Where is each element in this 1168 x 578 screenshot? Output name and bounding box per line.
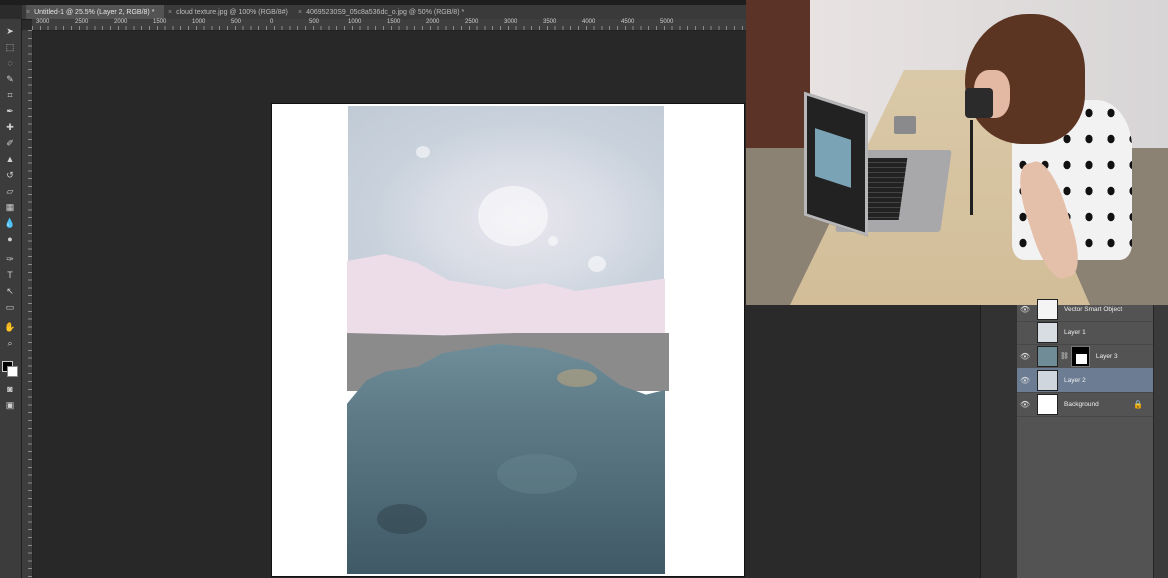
laptop-screen-image [815,128,851,188]
webcam-overlay [746,0,1168,305]
lock-icon: 🔒 [1133,399,1143,409]
document-tab-bar: × Untitled-1 @ 25.5% (Layer 2, RGB/8) * … [22,5,746,20]
layer-row-vector-smart-object[interactable]: 👁 Vector Smart Object [1017,297,1153,322]
eyedropper-icon[interactable]: ✒ [3,105,17,118]
layer-name: Background [1064,400,1099,408]
ruler-label: 3500 [543,19,557,25]
ruler-label: 1500 [387,19,401,25]
quick-mask-icon[interactable]: ◙ [3,383,17,396]
texture-spot [478,186,548,246]
ruler-label: 2000 [114,19,128,25]
zoom-icon[interactable]: ⌕ [3,337,17,350]
texture-spot [548,236,558,246]
panel-divider [980,305,1018,578]
tab-cloud-texture[interactable]: × cloud texture.jpg @ 100% (RGB/8#) [168,5,293,19]
eye-icon[interactable]: 👁 [1017,352,1033,361]
layer-row-background[interactable]: 👁 Background 🔒 [1017,392,1153,417]
quick-select-icon[interactable]: ✎ [3,73,17,86]
ruler-label: 1000 [192,19,206,25]
eye-icon[interactable]: 👁 [1017,400,1033,409]
eye-icon[interactable]: 👁 [1017,376,1033,385]
layer-name: Vector Smart Object [1064,305,1123,313]
vertical-ruler [22,30,33,578]
tab-label: Untitled-1 @ 25.5% (Layer 2, RGB/8) * [34,8,155,16]
eye-icon[interactable]: 👁 [1017,305,1033,314]
layer-row-layer-2[interactable]: 👁 Layer 2 [1017,368,1153,393]
layer-row-layer-1[interactable]: ▪ Layer 1 [1017,320,1153,345]
camera [965,88,993,118]
layer-mask-thumbnail[interactable] [1070,345,1090,367]
stamp-icon[interactable]: ▲ [3,153,17,166]
ruler-label: 500 [309,19,320,25]
tools-panel: ➤ ⬚ ◌ ✎ ⌗ ✒ ✚ ✐ ▲ ↺ ▱ ▦ 💧 ● ✑ T ↖ ▭ ✋ ⌕ … [0,19,22,578]
document-canvas[interactable] [271,103,745,577]
layer-thumbnail [1037,345,1058,367]
layers-scrollbar[interactable] [1153,305,1168,578]
ruler-ticks [32,26,746,30]
texture-spot [588,256,606,272]
ruler-label: 500 [231,19,242,25]
tab-label: cloud texture.jpg @ 100% (RGB/8#) [176,8,288,16]
eraser-icon[interactable]: ▱ [3,185,17,198]
close-icon[interactable]: × [26,9,30,16]
tab-untitled-1[interactable]: × Untitled-1 @ 25.5% (Layer 2, RGB/8) * [26,5,164,19]
path-select-icon[interactable]: ↖ [3,285,17,298]
door [746,0,810,150]
texture-spot [377,504,427,534]
crop-icon[interactable]: ⌗ [3,89,17,102]
hard-drive [894,116,916,134]
tripod [970,120,973,215]
close-icon[interactable]: × [168,9,172,16]
texture-spot [557,369,597,387]
ruler-label: 3000 [504,19,518,25]
layer-thumbnail [1037,321,1058,343]
ruler-label: 4000 [582,19,596,25]
screen-mode-icon[interactable]: ▣ [3,399,17,412]
pen-icon[interactable]: ✑ [3,253,17,266]
ruler-label: 1000 [348,19,362,25]
layer-name: Layer 1 [1064,328,1086,336]
close-icon[interactable]: × [298,9,302,16]
tab-photo-file[interactable]: × 40695230S9_05c8a536dc_o.jpg @ 50% (RGB… [298,5,468,19]
layers-panel: 👁 Vector Smart Object ▪ Layer 1 👁 ⛓ Laye… [1017,298,1153,578]
tab-label: 40695230S9_05c8a536dc_o.jpg @ 50% (RGB/8… [306,8,465,16]
ruler-label: 1500 [153,19,167,25]
ruler-label: 2000 [426,19,440,25]
move-icon[interactable]: ➤ [3,25,17,38]
link-icon: ⛓ [1060,353,1069,360]
horizontal-ruler: 3000 2500 2000 1500 1000 500 0 500 1000 … [32,19,746,31]
ruler-label: 4500 [621,19,635,25]
ruler-label: 2500 [75,19,89,25]
laptop-screen [804,91,868,237]
gradient-icon[interactable]: ▦ [3,201,17,214]
layer-row-layer-3[interactable]: 👁 ⛓ Layer 3 [1017,344,1153,369]
visibility-toggle[interactable]: ▪ [1017,328,1033,337]
blur-icon[interactable]: 💧 [3,217,17,230]
hand-icon[interactable]: ✋ [3,321,17,334]
texture-spot [497,454,577,494]
layer-thumbnail [1037,393,1058,415]
layer-name: Layer 3 [1095,352,1118,360]
dodge-icon[interactable]: ● [3,233,17,246]
texture-spot [416,146,430,158]
background-color-swatch[interactable] [7,366,18,377]
history-brush-icon[interactable]: ↺ [3,169,17,182]
ruler-label: 5000 [660,19,674,25]
ruler-label: 3000 [36,19,50,25]
layer-name: Layer 2 [1064,376,1086,384]
shape-icon[interactable]: ▭ [3,301,17,314]
type-icon[interactable]: T [3,269,17,282]
lasso-icon[interactable]: ◌ [3,57,17,70]
brush-icon[interactable]: ✐ [3,137,17,150]
ruler-label: 0 [270,19,274,25]
marquee-icon[interactable]: ⬚ [3,41,17,54]
layer-thumbnail [1037,369,1058,391]
healing-icon[interactable]: ✚ [3,121,17,134]
ruler-label: 2500 [465,19,479,25]
layer-thumbnail [1037,298,1058,320]
